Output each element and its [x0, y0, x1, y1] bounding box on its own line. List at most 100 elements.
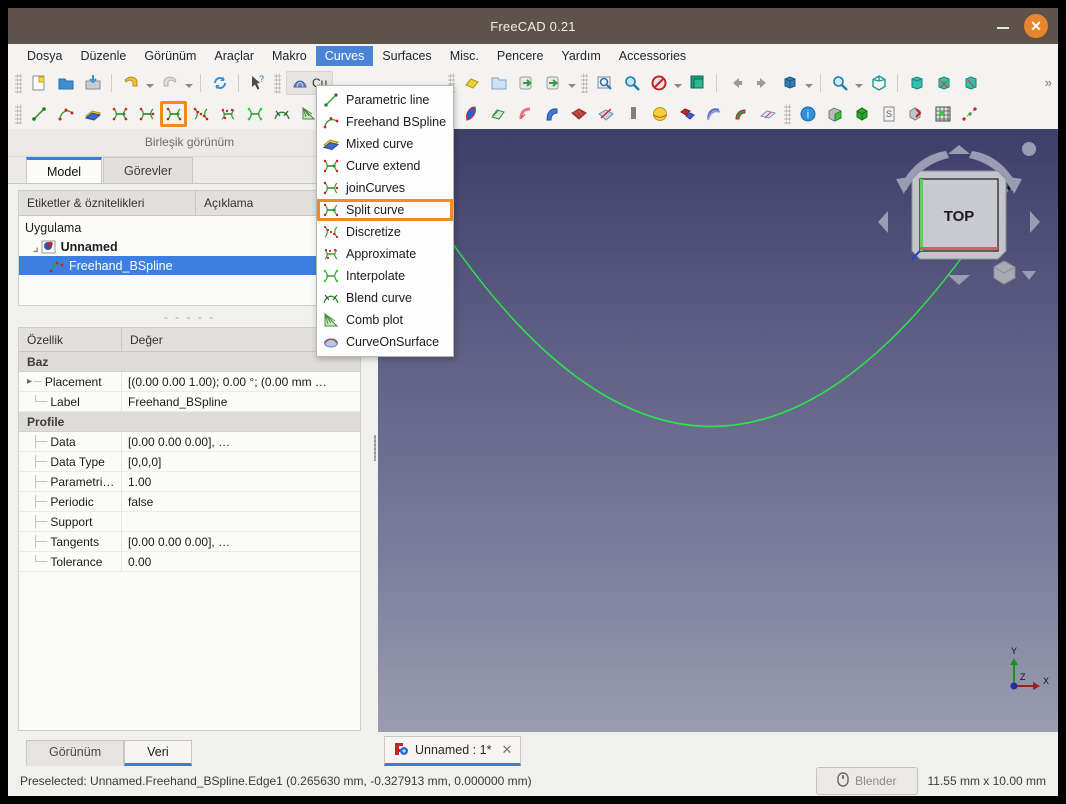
- tab-veri[interactable]: Veri: [124, 740, 192, 766]
- view-dropdown[interactable]: [803, 70, 815, 96]
- info-button[interactable]: i: [794, 101, 821, 127]
- property-row-tangents[interactable]: ├─ Tangents [0.00 0.00 0.00], …: [19, 532, 360, 552]
- property-row-placement[interactable]: ▸ ─ Placement [(0.00 0.00 1.00); 0.00 °;…: [19, 372, 360, 392]
- trim-surface-tool[interactable]: [592, 101, 619, 127]
- menu-curves[interactable]: Curves: [315, 45, 374, 66]
- minimize-button[interactable]: [992, 15, 1014, 37]
- nav-forward-button[interactable]: [749, 70, 776, 96]
- undo-dropdown[interactable]: [144, 70, 156, 96]
- curve-extend-tool[interactable]: [106, 101, 133, 127]
- ruled-surface-tool[interactable]: [565, 101, 592, 127]
- menu-pencere[interactable]: Pencere: [488, 46, 553, 66]
- create-part-button[interactable]: [458, 70, 485, 96]
- property-value[interactable]: Freehand_BSpline: [122, 392, 360, 411]
- menu-item-interpolate[interactable]: Interpolate: [317, 265, 453, 287]
- pipe-tool[interactable]: [727, 101, 754, 127]
- right-view-button[interactable]: [957, 70, 984, 96]
- sphere-tool[interactable]: [646, 101, 673, 127]
- toolbar-grip[interactable]: [15, 103, 22, 124]
- property-row-data[interactable]: ├─ Data [0.00 0.00 0.00], …: [19, 432, 360, 452]
- menu-item-discretize[interactable]: Discretize: [317, 221, 453, 243]
- whats-this-button[interactable]: ?: [244, 70, 271, 96]
- tab-model[interactable]: Model: [26, 157, 103, 183]
- property-value[interactable]: 0.00: [122, 552, 360, 571]
- menu-item-mixed-curve[interactable]: Mixed curve: [317, 133, 453, 155]
- bend-surface-tool[interactable]: [538, 101, 565, 127]
- property-value[interactable]: [0,0,0]: [122, 452, 360, 471]
- toolbar-grip[interactable]: [15, 72, 22, 93]
- menu-dosya[interactable]: Dosya: [18, 46, 71, 66]
- tree-item-unnamed[interactable]: ⌟ Unnamed: [19, 237, 360, 256]
- approximate-tool[interactable]: [214, 101, 241, 127]
- top-view-button[interactable]: [930, 70, 957, 96]
- menu-item-approximate[interactable]: Approximate: [317, 243, 453, 265]
- property-group-baz[interactable]: Baz: [19, 352, 360, 372]
- fit-all-button[interactable]: [826, 70, 853, 96]
- green-surface-tool[interactable]: [484, 101, 511, 127]
- toolbar-grip[interactable]: [784, 103, 791, 124]
- fit-dropdown[interactable]: [853, 70, 865, 96]
- tree-item-freehand-bspline[interactable]: Freehand_BSpline: [19, 256, 360, 275]
- link-object-button[interactable]: [512, 70, 539, 96]
- menu-item-curve-on-surface[interactable]: CurveOnSurface: [317, 331, 453, 353]
- undo-button[interactable]: [117, 70, 144, 96]
- property-row-support[interactable]: ├─ Support: [19, 512, 360, 532]
- draw-style-dropdown[interactable]: [672, 70, 684, 96]
- property-group-profile[interactable]: Profile: [19, 412, 360, 432]
- cube-arrow-button[interactable]: [902, 101, 929, 127]
- draw-style-button[interactable]: [645, 70, 672, 96]
- toolbar-grip[interactable]: [274, 72, 281, 93]
- toolbar-overflow-button[interactable]: »: [1039, 75, 1058, 90]
- menu-accessories[interactable]: Accessories: [610, 46, 695, 66]
- property-value[interactable]: 1.00: [122, 472, 360, 491]
- axonometric-view-button[interactable]: [776, 70, 803, 96]
- discretize-tool[interactable]: [187, 101, 214, 127]
- tab-gorunum[interactable]: Görünüm: [26, 740, 125, 766]
- menu-item-split-curve[interactable]: Split curve: [317, 199, 453, 221]
- mixed-curve-tool[interactable]: [79, 101, 106, 127]
- menu-araclar[interactable]: Araçlar: [205, 46, 263, 66]
- surface-extend-tool[interactable]: [754, 101, 781, 127]
- nav-back-button[interactable]: [722, 70, 749, 96]
- link-dropdown[interactable]: [566, 70, 578, 96]
- redo-dropdown[interactable]: [183, 70, 195, 96]
- property-value[interactable]: [(0.00 0.00 1.00); 0.00 °; (0.00 mm …: [122, 372, 360, 391]
- property-row-label[interactable]: └─ Label Freehand_BSpline: [19, 392, 360, 412]
- property-row-tolerance[interactable]: └─ Tolerance 0.00: [19, 552, 360, 572]
- boolean-tool[interactable]: [673, 101, 700, 127]
- property-row-periodic[interactable]: ├─ Periodic false: [19, 492, 360, 512]
- menu-item-freehand-bspline[interactable]: Freehand BSpline: [317, 111, 453, 133]
- std-view-fit-button[interactable]: [591, 70, 618, 96]
- menu-item-curve-extend[interactable]: Curve extend: [317, 155, 453, 177]
- save-document-button[interactable]: [79, 70, 106, 96]
- front-view-button[interactable]: [903, 70, 930, 96]
- isometric-view-button[interactable]: [865, 70, 892, 96]
- tree-item-application[interactable]: Uygulama: [19, 218, 360, 237]
- menu-item-blend-curve[interactable]: Blend curve: [317, 287, 453, 309]
- menu-item-parametric-line[interactable]: Parametric line: [317, 89, 453, 111]
- open-document-button[interactable]: [52, 70, 79, 96]
- tube-surface-tool[interactable]: [511, 101, 538, 127]
- document-tab-unnamed[interactable]: Unnamed : 1* ✕: [384, 736, 522, 766]
- navigation-style-button[interactable]: Blender: [816, 767, 918, 795]
- close-icon[interactable]: ✕: [497, 742, 512, 758]
- parametric-line-tool[interactable]: [25, 101, 52, 127]
- tab-gorevler[interactable]: Görevler: [103, 157, 193, 183]
- sketch-points-button[interactable]: [956, 101, 983, 127]
- chevron-right-icon[interactable]: ▸: [27, 376, 32, 387]
- clipboard-button[interactable]: S: [875, 101, 902, 127]
- menu-gorunum[interactable]: Görünüm: [135, 46, 205, 66]
- menu-yardim[interactable]: Yardım: [552, 46, 609, 66]
- spring-tool[interactable]: [619, 101, 646, 127]
- property-value[interactable]: false: [122, 492, 360, 511]
- blend-curve-tool[interactable]: [268, 101, 295, 127]
- loft-tool[interactable]: [700, 101, 727, 127]
- property-value[interactable]: [0.00 0.00 0.00], …: [122, 532, 360, 551]
- refresh-button[interactable]: [206, 70, 233, 96]
- zoom-selection-button[interactable]: [618, 70, 645, 96]
- freehand-bspline-tool[interactable]: [52, 101, 79, 127]
- toggle-axis-cross-button[interactable]: [684, 70, 711, 96]
- measure-button[interactable]: [821, 101, 848, 127]
- menu-surfaces[interactable]: Surfaces: [373, 46, 440, 66]
- property-value[interactable]: [122, 512, 360, 531]
